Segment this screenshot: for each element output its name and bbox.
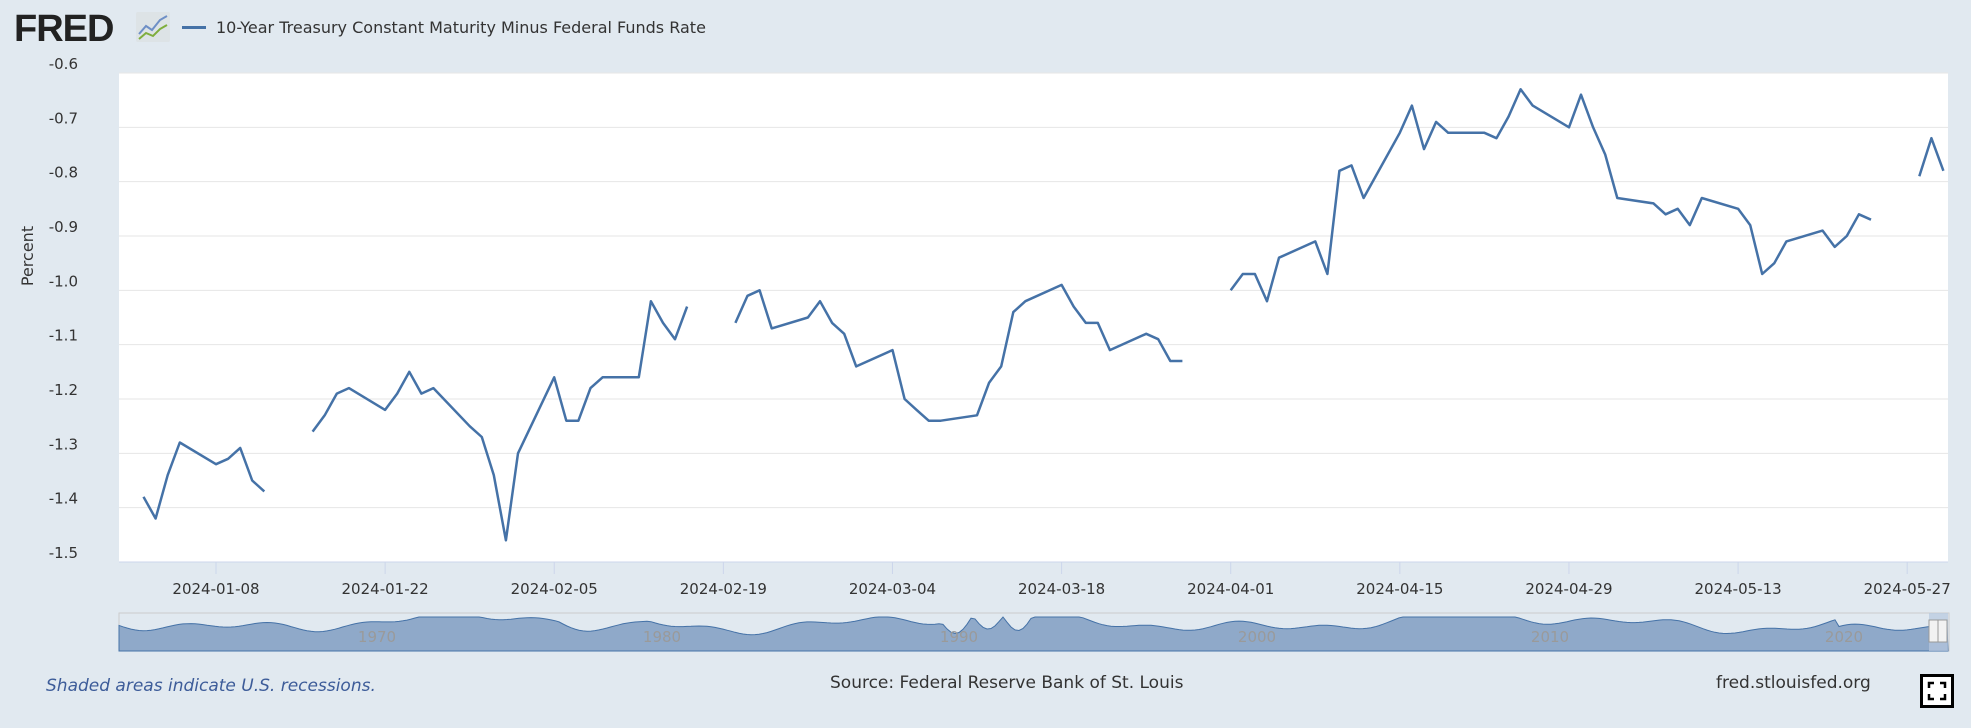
fullscreen-icon xyxy=(1927,681,1947,701)
navigator-year-label: 2010 xyxy=(1531,628,1569,646)
x-tick-label: 2024-02-19 xyxy=(680,580,767,598)
line-chart: -0.6 -0.7 -0.8 -0.9 -1.0 -1.1 -1.2 -1.3 -1.4 -1.5… xyxy=(18,55,1951,652)
x-tick-label: 2024-01-22 xyxy=(342,580,429,598)
x-tick-label: 2024-05-13 xyxy=(1694,580,1781,598)
fullscreen-button[interactable] xyxy=(1920,674,1954,708)
y-tick-label: -1.5 xyxy=(49,544,78,562)
y-tick-label: -1.0 xyxy=(49,272,78,290)
plot-area xyxy=(119,73,1948,562)
navigator[interactable]: 1970 1980 1990 2000 2010 2020 xyxy=(118,612,1950,652)
x-tick-label: 2024-02-05 xyxy=(511,580,598,598)
source-text: Source: Federal Reserve Bank of St. Loui… xyxy=(830,673,1184,693)
site-link[interactable]: fred.stlouisfed.org xyxy=(1716,673,1871,693)
y-tick-label: -1.1 xyxy=(49,327,78,345)
x-tick-label: 2024-03-04 xyxy=(849,580,936,598)
navigator-handle-left[interactable] xyxy=(1928,619,1939,643)
navigator-year-label: 1990 xyxy=(940,628,978,646)
y-tick-label: -1.2 xyxy=(49,381,78,399)
navigator-year-label: 1970 xyxy=(358,628,396,646)
x-tick-label: 2024-03-18 xyxy=(1018,580,1105,598)
y-tick-label: -0.9 xyxy=(49,218,78,236)
x-tick-label: 2024-04-15 xyxy=(1356,580,1443,598)
y-tick-label: -0.8 xyxy=(49,164,78,182)
navigator-year-label: 2000 xyxy=(1238,628,1276,646)
x-tick-label: 2024-01-08 xyxy=(172,580,259,598)
y-tick-label: -1.4 xyxy=(49,490,78,508)
y-axis-label: Percent xyxy=(18,226,37,286)
navigator-year-label: 1980 xyxy=(643,628,681,646)
navigator-handle-right[interactable] xyxy=(1937,619,1948,643)
x-tick-label: 2024-04-01 xyxy=(1187,580,1274,598)
navigator-year-label: 2020 xyxy=(1825,628,1863,646)
recession-note: Shaded areas indicate U.S. recessions. xyxy=(46,676,376,696)
x-tick-label: 2024-04-29 xyxy=(1525,580,1612,598)
y-tick-label: -0.6 xyxy=(49,55,78,73)
x-tick-label: 2024-05-27 xyxy=(1864,580,1951,598)
y-tick-label: -0.7 xyxy=(49,109,78,127)
y-tick-label: -1.3 xyxy=(49,435,78,453)
